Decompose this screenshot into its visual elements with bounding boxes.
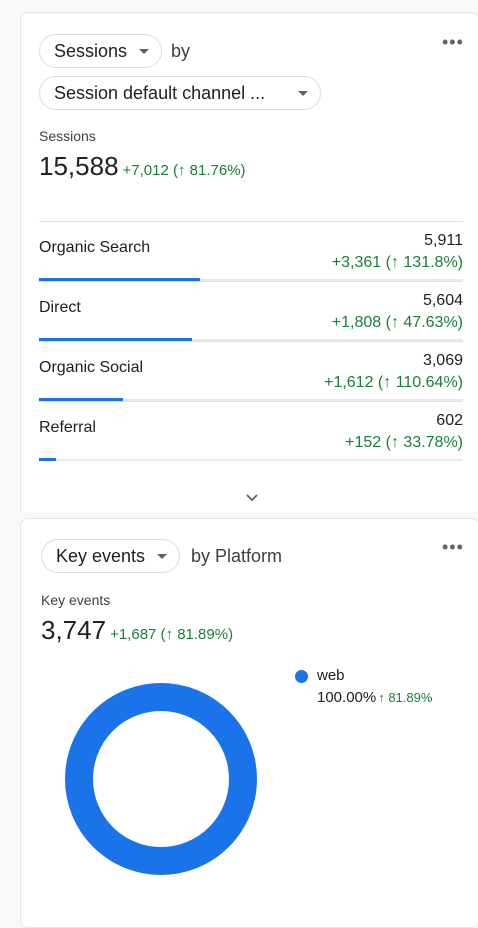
row-delta: +152 (↑ 33.78%): [345, 434, 463, 451]
row-divider: [39, 221, 463, 222]
legend-swatch: [295, 670, 308, 683]
legend-percent-value: 100.00%: [317, 689, 377, 706]
row-value: 5,911: [424, 232, 463, 249]
key-events-metric-label: Key events: [56, 545, 146, 566]
row-divider: [39, 401, 463, 402]
dimension-dropdown[interactable]: Session default channel ...: [39, 76, 321, 110]
platform-donut-chart: [65, 683, 257, 875]
legend-name: web: [317, 667, 345, 684]
row-value: 602: [436, 412, 463, 429]
row-delta: +1,808 (↑ 47.63%): [331, 314, 463, 331]
key-events-card: Key events by Platform ••• Key events 3,…: [20, 518, 478, 928]
sessions-metric-caption: Sessions: [39, 128, 96, 144]
row-name: Organic Social: [39, 359, 144, 376]
sessions-card: Sessions by ••• Session default channel …: [20, 12, 478, 512]
dropdown-caret-icon: [139, 48, 150, 54]
row-name: Referral: [39, 419, 96, 436]
row-name: Direct: [39, 299, 81, 316]
row-delta: +3,361 (↑ 131.8%): [331, 254, 463, 271]
row-divider: [39, 281, 463, 282]
row-bar: [39, 458, 56, 461]
donut-slice-web[interactable]: [65, 683, 257, 875]
sessions-total-delta: +7,012 (↑ 81.76%): [122, 162, 246, 179]
table-row[interactable]: Direct 5,604 +1,808 (↑ 47.63%): [39, 281, 463, 341]
key-events-metric-dropdown[interactable]: Key events: [41, 539, 181, 573]
sessions-metric-label: Sessions: [54, 40, 128, 61]
by-platform-text: by Platform: [191, 546, 283, 566]
legend-percent: 100.00% ↑ 81.89%: [317, 689, 432, 706]
by-text: by: [171, 41, 191, 61]
sessions-total-value: 15,588: [39, 151, 119, 181]
row-bar-track: [39, 459, 463, 461]
row-delta: +1,612 (↑ 110.64%): [324, 374, 463, 391]
row-name: Organic Search: [39, 239, 151, 256]
table-row[interactable]: Organic Search 5,911 +3,361 (↑ 131.8%): [39, 221, 463, 281]
chevron-down-icon[interactable]: [245, 491, 259, 505]
key-events-metric-caption: Key events: [41, 592, 111, 608]
key-events-total: 3,747 +1,687 (↑ 81.89%): [41, 615, 233, 646]
dropdown-caret-icon: [298, 90, 308, 96]
legend-percent-delta: ↑ 81.89%: [378, 690, 433, 705]
row-value: 3,069: [422, 352, 463, 369]
key-events-total-delta: +1,687 (↑ 81.89%): [110, 626, 234, 643]
key-events-total-value: 3,747: [41, 615, 107, 645]
more-vert-icon[interactable]: •••: [442, 538, 464, 556]
table-row[interactable]: Organic Social 3,069 +1,612 (↑ 110.64%): [39, 341, 463, 401]
more-vert-icon[interactable]: •••: [442, 33, 464, 51]
row-value: 5,604: [422, 292, 463, 309]
row-divider: [39, 341, 463, 342]
sessions-metric-dropdown[interactable]: Sessions: [39, 34, 163, 68]
dropdown-caret-icon: [157, 553, 168, 559]
table-row[interactable]: Referral 602 +152 (↑ 33.78%): [39, 401, 463, 461]
dimension-label: Session default channel ...: [54, 82, 266, 103]
sessions-total: 15,588 +7,012 (↑ 81.76%): [39, 151, 246, 182]
